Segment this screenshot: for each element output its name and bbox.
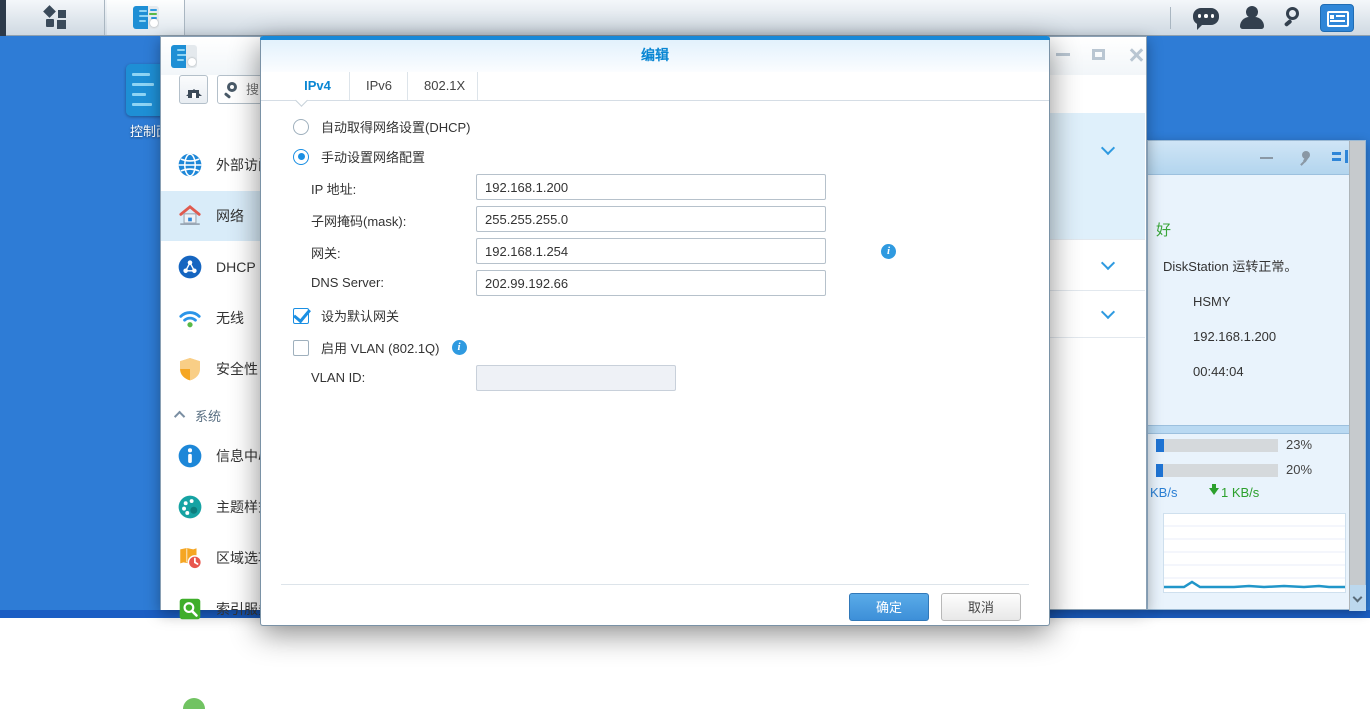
upload-speed-text: KB/s (1150, 485, 1177, 500)
info-icon (177, 443, 203, 469)
download-arrow-icon (1209, 488, 1219, 500)
sidebar-section-label: 系统 (195, 406, 221, 425)
widget-icon (1327, 11, 1349, 27)
uptime-value: 00:44:04 (1193, 364, 1244, 379)
index-search-icon (177, 596, 203, 622)
checkbox-enable-vlan[interactable]: 启用 VLAN (802.1Q) (293, 338, 467, 357)
edit-network-dialog: 编辑 IPv4 IPv6 802.1X 自动取得网络设置(DHCP) 手动设置网… (260, 36, 1050, 626)
widgets-toggle-button[interactable] (1320, 4, 1354, 32)
shield-icon (177, 356, 203, 382)
checkbox-label: 启用 VLAN (802.1Q) (321, 338, 440, 357)
download-speed-text: 1 KB/s (1221, 485, 1259, 500)
close-button[interactable] (1128, 47, 1144, 63)
search-icon (227, 82, 237, 92)
network-traffic-sparkline (1163, 513, 1346, 593)
chevron-down-icon (1101, 256, 1115, 270)
subnet-mask-input[interactable] (476, 206, 826, 232)
widget-header[interactable] (1148, 141, 1365, 175)
dhcp-server-icon (177, 254, 203, 280)
sidebar-item-label: 网络 (216, 206, 244, 226)
user-account-icon[interactable] (1240, 6, 1264, 30)
ip-address-input[interactable] (476, 174, 826, 200)
field-label: IP 地址: (311, 179, 356, 198)
ip-address-value: 192.168.1.200 (1193, 329, 1276, 344)
ram-usage-bar (1156, 464, 1278, 477)
search-icon[interactable] (1284, 7, 1306, 29)
widget-scrollbar[interactable] (1349, 141, 1365, 611)
system-health-widget-panel: 好 DiskStation 运转正常。 HSMY 192.168.1.200 0… (1147, 140, 1366, 610)
widget-section-divider (1148, 425, 1351, 434)
taskbar-separator (1170, 7, 1171, 29)
dialog-title[interactable]: 编辑 (261, 40, 1049, 72)
sidebar-item-partial-icon (183, 698, 205, 709)
checkbox-default-gateway[interactable]: 设为默认网关 (293, 306, 399, 325)
network-house-icon (177, 203, 203, 229)
region-clock-icon (177, 545, 203, 571)
checkbox-checked-icon (293, 308, 309, 324)
widget-minimize-icon[interactable] (1260, 157, 1273, 159)
gateway-input[interactable] (476, 238, 826, 264)
radio-dhcp[interactable]: 自动取得网络设置(DHCP) (293, 117, 471, 136)
info-icon[interactable] (452, 340, 467, 355)
health-status-text: 好 (1156, 219, 1171, 240)
sidebar-item-label: 安全性 (216, 359, 258, 379)
tab-ipv6[interactable]: IPv6 (350, 72, 408, 100)
notifications-icon[interactable] (1193, 8, 1219, 25)
home-icon (186, 81, 201, 97)
tab-8021x[interactable]: 802.1X (408, 72, 478, 100)
vlan-id-input (476, 365, 676, 391)
chevron-down-icon (1101, 305, 1115, 319)
pin-icon[interactable] (1296, 149, 1314, 167)
cpu-usage-percent: 23% (1286, 437, 1312, 452)
dns-server-input[interactable] (476, 270, 826, 296)
chevron-down-icon (1353, 593, 1363, 603)
minimize-button[interactable] (1056, 53, 1070, 56)
taskbar-item-control-panel[interactable] (107, 0, 185, 35)
tab-ipv4[interactable]: IPv4 (286, 72, 350, 100)
apps-grid-icon (43, 6, 67, 30)
control-panel-icon (133, 6, 159, 29)
health-description: DiskStation 运转正常。 (1163, 256, 1297, 275)
checkbox-unchecked-icon (293, 340, 309, 356)
field-label: DNS Server: (311, 275, 384, 290)
cancel-button[interactable]: 取消 (941, 593, 1021, 621)
globe-icon (177, 152, 203, 178)
ok-button[interactable]: 确定 (849, 593, 929, 621)
radio-manual[interactable]: 手动设置网络配置 (293, 147, 425, 166)
chevron-down-icon (1101, 141, 1115, 155)
wifi-icon (177, 305, 203, 331)
home-button[interactable] (179, 75, 208, 104)
scroll-down-button[interactable] (1350, 585, 1366, 611)
ram-usage-percent: 20% (1286, 462, 1312, 477)
top-taskbar (0, 0, 1370, 36)
chevron-up-icon (174, 411, 185, 422)
main-menu-button[interactable] (6, 0, 105, 35)
sidebar-item-label: 无线 (216, 308, 244, 328)
radio-icon (293, 119, 309, 135)
info-icon[interactable] (881, 244, 896, 259)
field-label: 网关: (311, 243, 341, 262)
control-panel-icon (171, 45, 197, 68)
palette-icon (177, 494, 203, 520)
server-name-value: HSMY (1193, 294, 1231, 309)
cpu-usage-bar (1156, 439, 1278, 452)
radio-label: 自动取得网络设置(DHCP) (321, 117, 471, 136)
field-label: 子网掩码(mask): (311, 211, 406, 230)
widget-panel-icon[interactable] (1332, 150, 1348, 164)
maximize-button[interactable] (1092, 49, 1105, 60)
radio-label: 手动设置网络配置 (321, 147, 425, 166)
radio-icon-selected (293, 149, 309, 165)
field-label: VLAN ID: (311, 370, 365, 385)
dialog-footer-divider (281, 584, 1029, 585)
checkbox-label: 设为默认网关 (321, 306, 399, 325)
dialog-tabs: IPv4 IPv6 802.1X (261, 72, 1049, 101)
